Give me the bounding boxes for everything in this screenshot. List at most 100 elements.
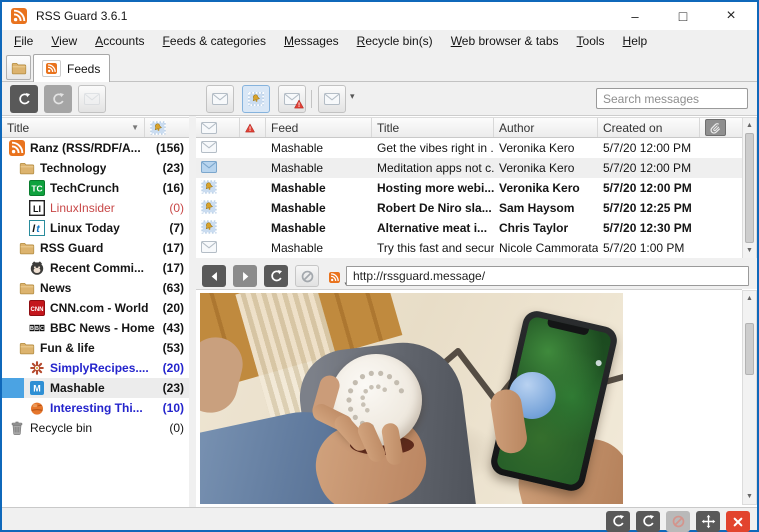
tab-feeds[interactable]: Feeds (33, 54, 110, 82)
menu-file[interactable]: File (5, 30, 42, 52)
reload-button[interactable] (264, 265, 288, 287)
message-list-scrollbar[interactable]: ▲ ▼ (742, 117, 757, 259)
feed-tree-row-news[interactable]: News (63) (2, 278, 189, 298)
feed-title: Linux Today (50, 221, 120, 235)
column-feed[interactable]: Feed (266, 118, 372, 137)
message-title: Robert De Niro sla... (372, 201, 494, 215)
statusbar-update-feeds-button[interactable] (606, 511, 630, 532)
column-title[interactable]: Title (372, 118, 494, 137)
rss-icon (329, 272, 340, 283)
statusbar-refresh-button[interactable] (636, 511, 660, 532)
chevron-down-icon[interactable]: ▾ (350, 91, 355, 102)
column-importance[interactable]: ! (240, 118, 266, 137)
feed-title: Ranz (RSS/RDF/A... (30, 141, 141, 155)
open-in-reader-button[interactable]: ▾ (324, 267, 344, 287)
feed-tree-row-bbc-news-home[interactable]: BBCBBC News - Home(43) (2, 318, 189, 338)
feed-tree-row-cnn-com-world[interactable]: CNNCNN.com - World(20) (2, 298, 189, 318)
feed-tree-row-techcrunch[interactable]: TCTechCrunch(16) (2, 178, 189, 198)
scrollbar-thumb[interactable] (745, 323, 754, 375)
maximize-button[interactable]: □ (659, 2, 707, 30)
message-row[interactable]: MashableGet the vibes right in ...Veroni… (196, 138, 742, 158)
menu-recycle-bin-s[interactable]: Recycle bin(s) (348, 30, 442, 52)
column-author[interactable]: Author (494, 118, 598, 137)
statusbar-close-button[interactable] (726, 511, 750, 532)
folder-icon (19, 160, 35, 176)
message-actions-button[interactable] (318, 85, 346, 113)
message-row[interactable]: MashableAlternative meat i...Chris Taylo… (196, 218, 742, 238)
message-row[interactable]: MashableMeditation apps not c...Veronika… (196, 158, 742, 178)
mark-all-read-button[interactable] (78, 85, 106, 113)
message-author: Chris Taylor (494, 221, 598, 235)
feeds-list-corner-button[interactable] (6, 55, 31, 80)
svg-text:!: ! (249, 126, 251, 133)
feed-title: SimplyRecipes.... (50, 361, 149, 375)
statusbar-stop-button[interactable] (666, 511, 690, 532)
linuxinsider-icon: LI (29, 200, 45, 216)
menu-feeds-categories[interactable]: Feeds & categories (154, 30, 275, 52)
message-author: Nicole Cammorata (494, 241, 598, 255)
feed-tree-row-simplyrecipes[interactable]: SimplyRecipes.... (20) (2, 358, 189, 378)
minimize-button[interactable]: – (611, 2, 659, 30)
feed-title: Interesting Thi... (50, 401, 143, 415)
menu-tools[interactable]: Tools (568, 30, 614, 52)
stop-update-button[interactable] (44, 85, 72, 113)
menu-web-browser-tabs[interactable]: Web browser & tabs (442, 30, 568, 52)
preview-scrollbar[interactable]: ▲ ▼ (742, 290, 757, 505)
column-read-status[interactable] (196, 118, 240, 137)
statusbar-move-button[interactable] (696, 511, 720, 532)
feed-tree-row-recent-commi[interactable]: Recent Commi...(17) (2, 258, 189, 278)
message-author: Veronika Kero (494, 141, 598, 155)
unread-count: (63) (163, 281, 184, 295)
feed-tree-row-linuxinsider[interactable]: LILinuxInsider(0) (2, 198, 189, 218)
feed-tree-row-linux-today[interactable]: ltLinux Today(7) (2, 218, 189, 238)
feed-title: News (40, 281, 71, 295)
envelope-icon (201, 122, 217, 134)
scroll-down-arrow[interactable]: ▼ (744, 490, 755, 503)
read-envelope-icon (201, 241, 217, 253)
scroll-down-arrow[interactable]: ▼ (744, 244, 755, 257)
unread-count: (20) (163, 301, 184, 315)
vertical-splitter[interactable] (189, 116, 196, 507)
tab-bar: Feeds (2, 52, 757, 82)
scroll-up-arrow[interactable]: ▲ (744, 119, 755, 132)
column-created-on[interactable]: Created on (598, 118, 700, 137)
update-all-feeds-button[interactable] (10, 85, 38, 113)
url-input[interactable] (346, 266, 749, 286)
search-input[interactable] (596, 88, 748, 109)
stop-loading-button[interactable] (295, 265, 319, 287)
column-attachment[interactable] (700, 118, 742, 137)
feed-tree-row-fun-life[interactable]: Fun & life(53) (2, 338, 189, 358)
forward-button[interactable] (233, 265, 257, 287)
unread-count: (20) (163, 361, 184, 375)
mark-important-button[interactable]: ! (278, 85, 306, 113)
message-row[interactable]: MashableHosting more webi...Veronika Ker… (196, 178, 742, 198)
svg-text:M: M (33, 384, 41, 394)
menu-accounts[interactable]: Accounts (86, 30, 153, 52)
feed-tree-row-recycle-bin[interactable]: Recycle bin(0) (2, 418, 189, 438)
menu-help[interactable]: Help (614, 30, 657, 52)
back-button[interactable] (202, 265, 226, 287)
menu-messages[interactable]: Messages (275, 30, 348, 52)
feed-tree-row-interesting-thi[interactable]: Interesting Thi...(10) (2, 398, 189, 418)
column-unread-count[interactable] (145, 118, 189, 137)
menu-view[interactable]: View (42, 30, 86, 52)
message-feed: Mashable (266, 181, 372, 195)
envelope-icon (212, 93, 228, 105)
unread-count: (17) (163, 241, 184, 255)
feed-tree-row-ranz-rss-rdf-a[interactable]: Ranz (RSS/RDF/A...(156) (2, 138, 189, 158)
feed-tree-row-rss-guard[interactable]: RSS Guard(17) (2, 238, 189, 258)
attachment-header-button[interactable] (705, 119, 726, 136)
feed-tree-header: Title ▼ (2, 117, 189, 138)
message-row[interactable]: MashableTry this fast and secur...Nicole… (196, 238, 742, 258)
feed-tree-row-mashable[interactable]: MMashable(23) (2, 378, 189, 398)
unread-stamp-icon (201, 219, 217, 235)
unread-count: (23) (163, 381, 184, 395)
message-row[interactable]: MashableRobert De Niro sla...Sam Haysom5… (196, 198, 742, 218)
close-button[interactable]: × (707, 2, 755, 30)
scrollbar-thumb[interactable] (745, 133, 754, 243)
scroll-up-arrow[interactable]: ▲ (744, 292, 755, 305)
column-title[interactable]: Title ▼ (2, 118, 145, 137)
mark-message-read-button[interactable] (206, 85, 234, 113)
feed-tree-row-technology[interactable]: Technology(23) (2, 158, 189, 178)
show-unread-messages-toggle[interactable] (242, 85, 270, 113)
